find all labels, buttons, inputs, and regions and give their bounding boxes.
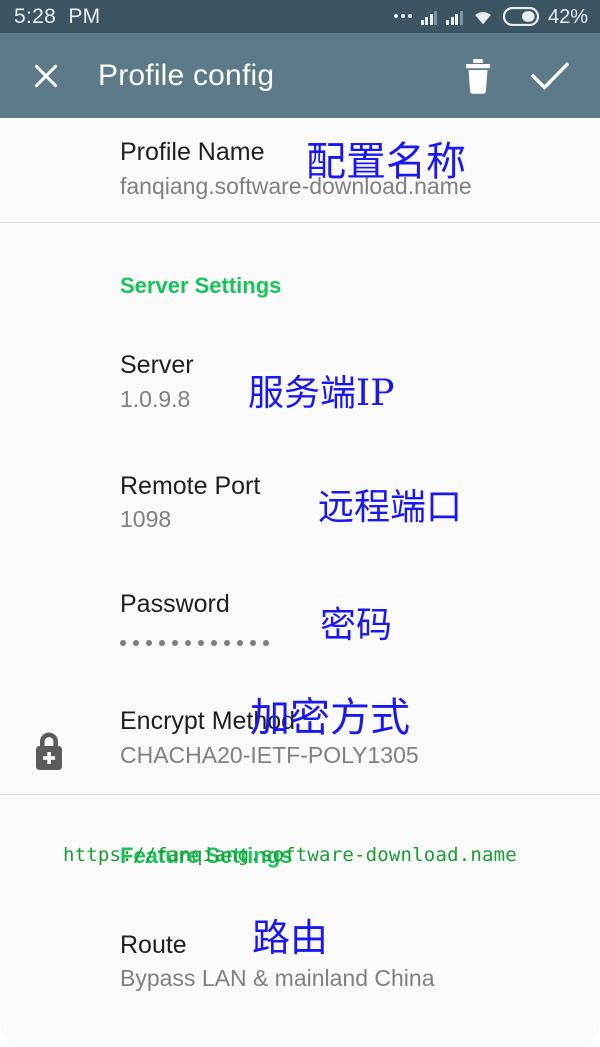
status-bar-indicators: 42% bbox=[393, 5, 588, 28]
more-dots-icon bbox=[393, 13, 412, 20]
route-value: Bypass LAN & mainland China bbox=[120, 965, 435, 991]
page-title: Profile config bbox=[98, 58, 275, 92]
battery-icon bbox=[502, 7, 539, 26]
row-remote-port[interactable]: Remote Port 1098 远程端口 bbox=[0, 472, 600, 534]
phone-screen: 5:28 PM 42% Profile config Profile Name … bbox=[0, 0, 600, 1047]
divider bbox=[0, 793, 600, 795]
status-bar-clock: 5:28 PM bbox=[14, 5, 101, 28]
row-profile-name[interactable]: Profile Name fanqiang.software-download.… bbox=[0, 118, 600, 222]
section-title-server-settings: Server Settings bbox=[120, 273, 282, 299]
check-icon[interactable] bbox=[522, 48, 578, 104]
status-bar: 5:28 PM 42% bbox=[0, 0, 600, 33]
lock-plus-icon bbox=[28, 727, 70, 780]
wifi-icon bbox=[472, 8, 494, 25]
encrypt-method-label: Encrypt Method bbox=[120, 707, 296, 736]
encrypt-method-value: CHACHA20-IETF-POLY1305 bbox=[120, 741, 419, 768]
row-encrypt-method[interactable]: Encrypt Method CHACHA20-IETF-POLY1305 加密… bbox=[0, 695, 600, 793]
watermark-url: https://fanqiang.software-download.name bbox=[63, 844, 517, 866]
route-label: Route bbox=[120, 930, 187, 959]
row-password[interactable]: Password 密码 bbox=[0, 590, 600, 656]
profile-name-value: fanqiang.software-download.name bbox=[120, 172, 472, 199]
row-server[interactable]: Server 1.0.9.8 服务端IP bbox=[0, 351, 600, 414]
remote-port-label: Remote Port bbox=[120, 471, 261, 500]
app-bar: Profile config bbox=[0, 33, 600, 118]
close-icon[interactable] bbox=[18, 48, 74, 104]
password-masked-value bbox=[120, 631, 584, 655]
remote-port-value: 1098 bbox=[120, 506, 172, 532]
profile-name-label: Profile Name bbox=[120, 138, 265, 166]
server-value: 1.0.9.8 bbox=[120, 385, 191, 412]
battery-percent-label: 42% bbox=[547, 5, 588, 28]
settings-list: Profile Name fanqiang.software-download.… bbox=[0, 118, 600, 1047]
server-label: Server bbox=[120, 351, 194, 380]
signal-bars-icon bbox=[446, 9, 463, 25]
trash-icon[interactable] bbox=[450, 48, 506, 104]
signal-bars-icon bbox=[420, 9, 438, 25]
divider bbox=[0, 222, 600, 224]
password-label: Password bbox=[120, 589, 230, 618]
row-route[interactable]: Route Bypass LAN & mainland China 路由 bbox=[0, 916, 600, 993]
